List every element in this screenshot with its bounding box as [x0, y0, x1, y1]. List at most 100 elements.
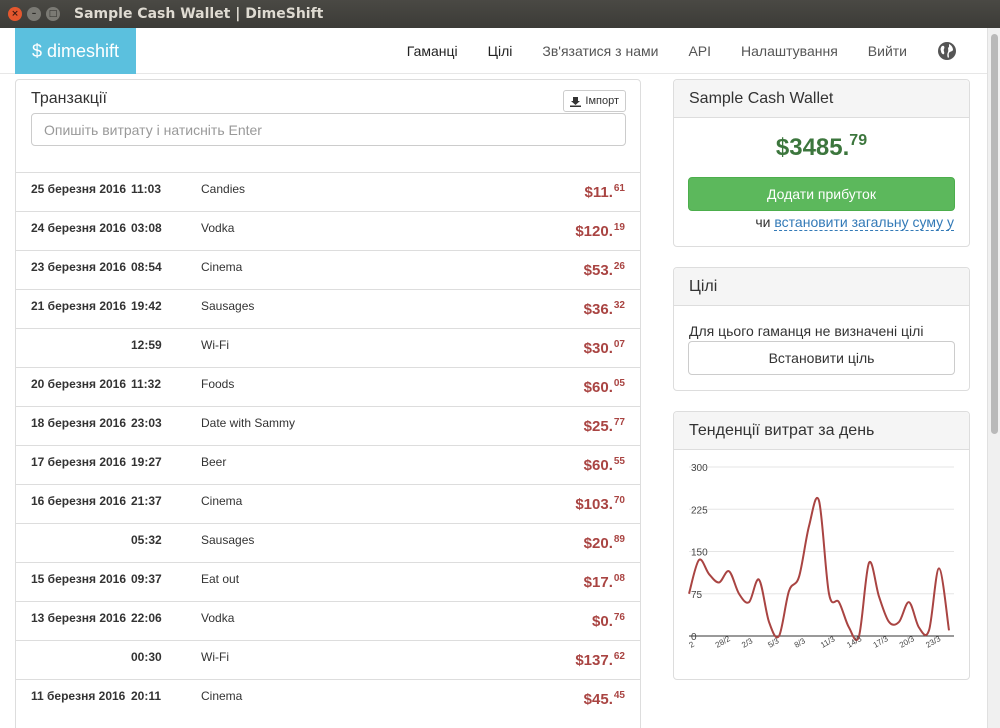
transactions-list: 25 березня 2016 11:03 Candies $11.61 24 бере…	[16, 172, 640, 718]
trend-title: Тенденції витрат за день	[674, 412, 969, 450]
transaction-row[interactable]: 23 березня 2016 08:54 Cinema $53.26	[16, 250, 640, 289]
transaction-time: 09:37	[131, 572, 162, 586]
amount-main: $30.	[583, 340, 613, 357]
transaction-row[interactable]: 20 березня 2016 11:32 Foods $60.05	[16, 367, 640, 406]
transactions-heading: Транзакції	[31, 90, 107, 107]
trend-chart: 0751502253002 28/2 2/3 5/3 8/3 11/3 14/3 17/3 20…	[688, 463, 954, 650]
navbar: $ dimeshift Гаманці Цілі Зв'язатися з на…	[0, 28, 987, 74]
transaction-description: Cinema	[201, 494, 243, 508]
transaction-description: Cinema	[201, 260, 243, 274]
transaction-time: 05:32	[131, 533, 162, 547]
page-scrollbar[interactable]	[987, 28, 1000, 728]
transaction-amount: $30.07	[584, 339, 625, 357]
nav-goals[interactable]: Цілі	[488, 43, 513, 59]
transaction-time: 11:03	[131, 182, 162, 196]
transaction-amount: $60.05	[584, 378, 625, 396]
window-minimize-button[interactable]: –	[27, 7, 41, 21]
globe-icon[interactable]	[937, 41, 957, 61]
transaction-row[interactable]: 13 березня 2016 22:06 Vodka $0.76	[16, 601, 640, 640]
chart-y-tick-label: 75	[691, 590, 703, 601]
chart-x-tick-label: 2/3	[740, 636, 755, 650]
transaction-date: 21 березня 2016	[31, 299, 127, 313]
import-button[interactable]: Імпорт	[563, 90, 626, 112]
chart-y-tick-label: 300	[691, 463, 708, 474]
window-maximize-button[interactable]: □	[46, 7, 60, 21]
amount-cents: 19	[613, 222, 625, 233]
import-label: Імпорт	[585, 95, 619, 107]
transaction-time: 12:59	[131, 338, 162, 352]
amount-main: $20.	[583, 535, 613, 552]
transaction-time: 19:27	[131, 455, 162, 469]
transaction-time: 11:32	[131, 377, 162, 391]
wallet-title: Sample Cash Wallet	[674, 80, 969, 118]
transaction-amount: $45.45	[584, 690, 625, 708]
transaction-row[interactable]: 24 березня 2016 03:08 Vodka $120.19	[16, 211, 640, 250]
chart-x-tick-label: 5/3	[766, 636, 781, 650]
nav-api[interactable]: API	[688, 43, 711, 59]
amount-cents: 77	[613, 417, 625, 428]
transaction-amount: $17.08	[584, 573, 625, 591]
nav-logout[interactable]: Вийти	[868, 43, 907, 59]
add-income-button[interactable]: Додати прибуток	[688, 177, 955, 211]
window-title: Sample Cash Wallet | DimeShift	[74, 6, 324, 22]
transaction-description: Wi-Fi	[201, 650, 229, 664]
transaction-description: Cinema	[201, 689, 243, 703]
transaction-row[interactable]: 11 березня 2016 20:11 Cinema $45.45	[16, 679, 640, 718]
transaction-description: Beer	[201, 455, 227, 469]
nav-links: Гаманці Цілі Зв'язатися з нами API Налаш…	[377, 28, 957, 74]
chart-series-line	[688, 497, 950, 642]
amount-cents: 45	[613, 690, 625, 701]
transaction-time: 20:11	[131, 689, 162, 703]
transaction-row[interactable]: 05:32 Sausages $20.89	[16, 523, 640, 562]
transaction-description: Foods	[201, 377, 235, 391]
transaction-row[interactable]: 25 березня 2016 11:03 Candies $11.61	[16, 172, 640, 211]
amount-cents: 55	[613, 456, 625, 467]
amount-main: $25.	[583, 418, 613, 435]
trend-panel: Тенденції витрат за день 0 75 150 225 300 2 28…	[673, 411, 970, 680]
set-total-link[interactable]: встановити загальну суму у	[774, 214, 954, 231]
transaction-row[interactable]: 21 березня 2016 19:42 Sausages $36.32	[16, 289, 640, 328]
nav-settings[interactable]: Налаштування	[741, 43, 838, 59]
set-goal-button[interactable]: Встановити ціль	[688, 341, 955, 375]
amount-cents: 76	[613, 612, 625, 623]
amount-cents: 26	[613, 261, 625, 272]
window-controls: × – □	[8, 7, 60, 21]
brand-logo[interactable]: $ dimeshift	[15, 28, 136, 74]
transaction-time: 08:54	[131, 260, 162, 274]
transaction-date: 18 березня 2016	[31, 416, 127, 430]
or-label: чи	[755, 214, 771, 230]
transaction-time: 19:42	[131, 299, 162, 313]
amount-cents: 89	[613, 534, 625, 545]
amount-main: $103.	[575, 496, 613, 513]
transaction-amount: $120.19	[575, 222, 625, 240]
scrollbar-thumb[interactable]	[991, 34, 998, 434]
expense-input[interactable]	[31, 113, 626, 146]
transaction-date: 11 березня 2016	[31, 689, 126, 703]
transaction-row[interactable]: 18 березня 2016 23:03 Date with Sammy $25.7…	[16, 406, 640, 445]
amount-cents: 32	[613, 300, 625, 311]
transaction-date: 17 березня 2016	[31, 455, 127, 469]
transaction-time: 03:08	[131, 221, 162, 235]
nav-wallets[interactable]: Гаманці	[407, 43, 458, 59]
transaction-date: 25 березня 2016	[31, 182, 127, 196]
transaction-row[interactable]: 16 березня 2016 21:37 Cinema $103.70	[16, 484, 640, 523]
balance-main: $3485.	[775, 134, 850, 161]
transaction-row[interactable]: 15 березня 2016 09:37 Eat out $17.08	[16, 562, 640, 601]
set-total-row: чи встановити загальну суму у	[755, 214, 954, 231]
goals-title: Цілі	[674, 268, 969, 306]
import-icon	[570, 96, 582, 107]
amount-main: $11.	[584, 184, 613, 201]
transaction-description: Candies	[201, 182, 246, 196]
amount-main: $17.	[583, 574, 613, 591]
transaction-row[interactable]: 00:30 Wi-Fi $137.62	[16, 640, 640, 679]
transaction-amount: $11.61	[585, 183, 626, 201]
goals-empty-text: Для цього гаманця не визначені цілі	[689, 323, 924, 339]
transaction-row[interactable]: 17 березня 2016 19:27 Beer $60.55	[16, 445, 640, 484]
transaction-row[interactable]: 12:59 Wi-Fi $30.07	[16, 328, 640, 367]
transaction-time: 00:30	[131, 650, 162, 664]
amount-main: $137.	[575, 652, 613, 669]
amount-cents: 70	[613, 495, 625, 506]
transaction-description: Eat out	[201, 572, 240, 586]
nav-contact[interactable]: Зв'язатися з нами	[542, 43, 658, 59]
window-close-button[interactable]: ×	[8, 7, 22, 21]
